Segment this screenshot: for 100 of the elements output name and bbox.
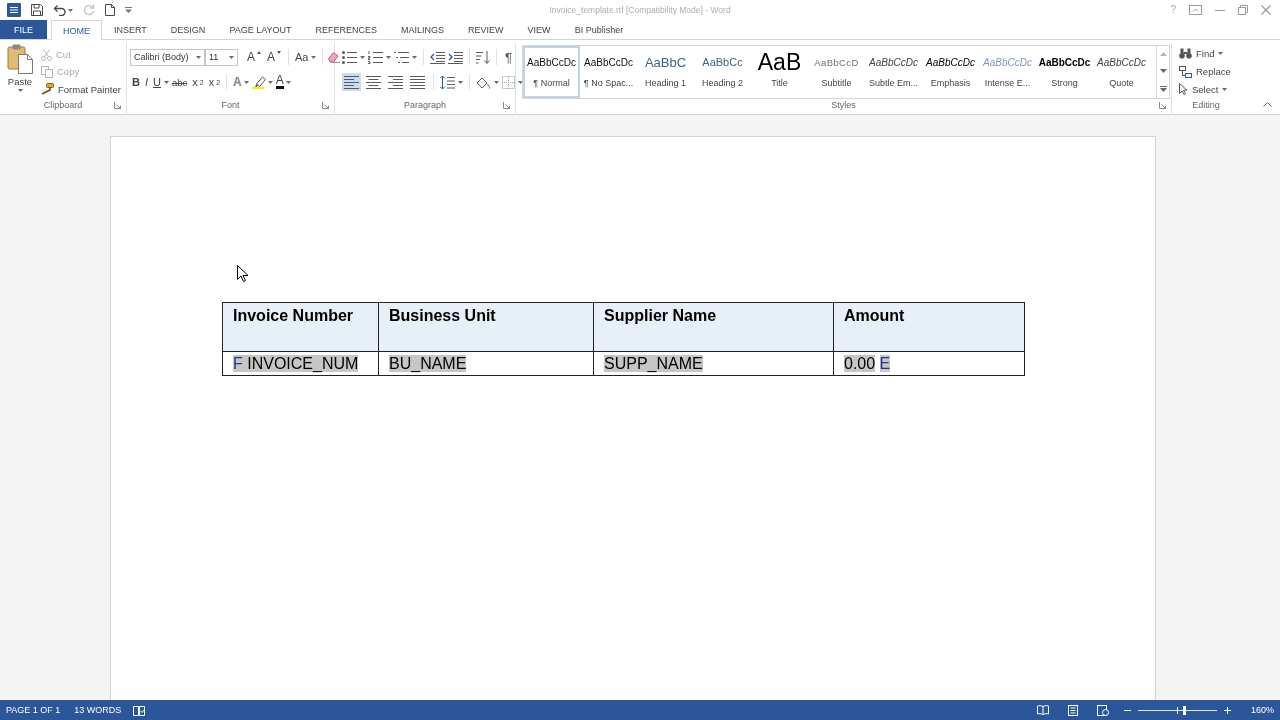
- ribbon-tab[interactable]: VIEW: [515, 20, 563, 39]
- replace-button[interactable]: Replace: [1177, 62, 1240, 81]
- ribbon-tab[interactable]: HOME: [51, 20, 102, 40]
- caret-icon[interactable]: [518, 80, 523, 84]
- dialog-launcher-icon[interactable]: [503, 101, 510, 109]
- form-field[interactable]: SUPP_NAME: [604, 354, 703, 372]
- group-label: Font: [221, 100, 240, 110]
- caret-icon[interactable]: [68, 8, 73, 12]
- font-name-field[interactable]: Calibri (Body): [130, 48, 205, 66]
- caret-icon[interactable]: [360, 55, 365, 59]
- select-button[interactable]: Select: [1177, 80, 1240, 98]
- font-size-field[interactable]: 11: [205, 48, 238, 66]
- caret-icon: [285, 80, 291, 84]
- caret-icon[interactable]: [494, 80, 499, 84]
- document-logo-icon[interactable]: [7, 3, 21, 17]
- ribbon-display-icon[interactable]: [1189, 5, 1202, 15]
- collapse-ribbon-icon[interactable]: [1263, 102, 1272, 107]
- blank-page-icon[interactable]: [105, 4, 115, 16]
- restore-icon[interactable]: [1238, 5, 1248, 15]
- paste-button[interactable]: Paste: [5, 44, 35, 98]
- slider-thumb[interactable]: [1182, 705, 1186, 715]
- web-layout-icon[interactable]: [1096, 704, 1109, 716]
- ribbon-tab[interactable]: PAGE LAYOUT: [217, 20, 304, 39]
- superscript-button[interactable]: x$^{2}$: [206, 73, 223, 91]
- ribbon-tab[interactable]: DESIGN: [158, 20, 218, 39]
- zoom-level[interactable]: 160%: [1250, 705, 1274, 715]
- caret-icon: [17, 89, 23, 92]
- strikethrough-button[interactable]: abc: [169, 73, 190, 91]
- caret-icon[interactable]: [163, 80, 169, 84]
- caret-icon: [1218, 52, 1224, 56]
- bold-button[interactable]: B: [130, 73, 142, 91]
- find-button[interactable]: Find: [1177, 45, 1240, 63]
- grow-font-button[interactable]: A: [245, 48, 264, 66]
- form-field[interactable]: BU_NAME: [389, 354, 467, 372]
- scroll-down-icon[interactable]: [1159, 69, 1167, 73]
- shrink-font-button[interactable]: A: [265, 48, 285, 66]
- sort-icon[interactable]: [476, 50, 490, 64]
- page-count[interactable]: PAGE 1 OF 1: [6, 705, 61, 715]
- style-tile[interactable]: AaBbCcDc Intense E...: [979, 46, 1036, 98]
- style-tile[interactable]: AaBbCcDc ¶ Normal: [523, 46, 580, 98]
- form-field[interactable]: 0.00: [844, 354, 876, 372]
- caret-icon[interactable]: [458, 80, 463, 84]
- italic-button[interactable]: I: [142, 73, 150, 91]
- borders-icon[interactable]: [502, 75, 515, 89]
- eraser-icon[interactable]: [326, 51, 340, 63]
- form-field-marker[interactable]: E: [879, 354, 891, 372]
- save-icon[interactable]: [31, 4, 43, 16]
- font-color-button[interactable]: A: [273, 73, 293, 91]
- word-count[interactable]: 13 WORDS: [74, 705, 122, 715]
- form-field[interactable]: INVOICE_NUM: [242, 354, 359, 372]
- decrease-indent-icon[interactable]: [430, 50, 445, 64]
- underline-button[interactable]: U: [151, 73, 163, 91]
- style-tile[interactable]: AaB Title: [751, 46, 808, 98]
- form-field-marker[interactable]: F: [233, 354, 243, 372]
- align-right-button[interactable]: [386, 73, 405, 91]
- bullet-list-icon[interactable]: [342, 50, 357, 64]
- caret-icon[interactable]: [412, 55, 417, 59]
- dialog-launcher-icon[interactable]: [322, 101, 329, 109]
- dialog-launcher-icon[interactable]: [1159, 101, 1166, 109]
- style-tile[interactable]: AaBbCcD Subtitle: [808, 46, 865, 98]
- minimize-icon[interactable]: [1215, 9, 1225, 11]
- caret-icon[interactable]: [386, 55, 391, 59]
- highlighter-icon[interactable]: [251, 75, 267, 89]
- align-center-button[interactable]: [364, 73, 383, 91]
- book-icon[interactable]: [133, 704, 146, 716]
- increase-indent-icon[interactable]: [448, 50, 463, 64]
- read-mode-icon[interactable]: [1036, 705, 1049, 715]
- justify-button[interactable]: [408, 73, 427, 91]
- style-tile[interactable]: AaBbCcDc Strong: [1036, 46, 1093, 98]
- ribbon-tab[interactable]: REFERENCES: [303, 20, 390, 39]
- style-tile[interactable]: AaBbCc Heading 2: [694, 46, 751, 98]
- change-case-button[interactable]: Aa: [293, 48, 318, 66]
- column-header: Amount: [833, 302, 1025, 352]
- dialog-launcher-icon[interactable]: [114, 101, 121, 109]
- style-tile[interactable]: AaBbCcDc Subtle Em...: [865, 46, 922, 98]
- file-tab[interactable]: FILE: [0, 20, 47, 39]
- show-marks-button[interactable]: ¶: [503, 48, 514, 66]
- line-spacing-icon[interactable]: [440, 75, 455, 89]
- style-tile[interactable]: AaBbCcDc Emphasis: [922, 46, 979, 98]
- close-icon[interactable]: [1261, 5, 1271, 15]
- ribbon-tab[interactable]: REVIEW: [456, 20, 516, 39]
- caret-icon[interactable]: [267, 80, 273, 84]
- paint-bucket-icon[interactable]: [476, 75, 491, 89]
- style-tile[interactable]: AaBbC Heading 1: [637, 46, 694, 98]
- style-tile[interactable]: AaBbCcDc Quote: [1093, 46, 1150, 98]
- format-painter-button[interactable]: Format Painter: [39, 80, 123, 98]
- numbered-list-icon[interactable]: [368, 50, 383, 64]
- ribbon-tab[interactable]: MAILINGS: [389, 20, 457, 39]
- zoom-in-icon[interactable]: [1223, 706, 1231, 714]
- undo-icon[interactable]: [53, 4, 66, 16]
- ribbon-tab[interactable]: INSERT: [102, 20, 159, 39]
- caret-down-icon: [277, 51, 282, 54]
- ribbon-tab[interactable]: BI Publisher: [562, 20, 636, 39]
- window-title: Invoice_template.rtf [Compatibility Mode] - Word: [549, 5, 731, 15]
- multilevel-list-icon[interactable]: [394, 50, 409, 64]
- print-layout-icon[interactable]: [1067, 704, 1078, 716]
- style-tile[interactable]: AaBbCcDc ¶ No Spac...: [580, 46, 637, 98]
- more-styles-icon[interactable]: [1159, 85, 1167, 92]
- align-left-button[interactable]: [342, 73, 361, 91]
- dropdown-icon[interactable]: [125, 7, 132, 13]
